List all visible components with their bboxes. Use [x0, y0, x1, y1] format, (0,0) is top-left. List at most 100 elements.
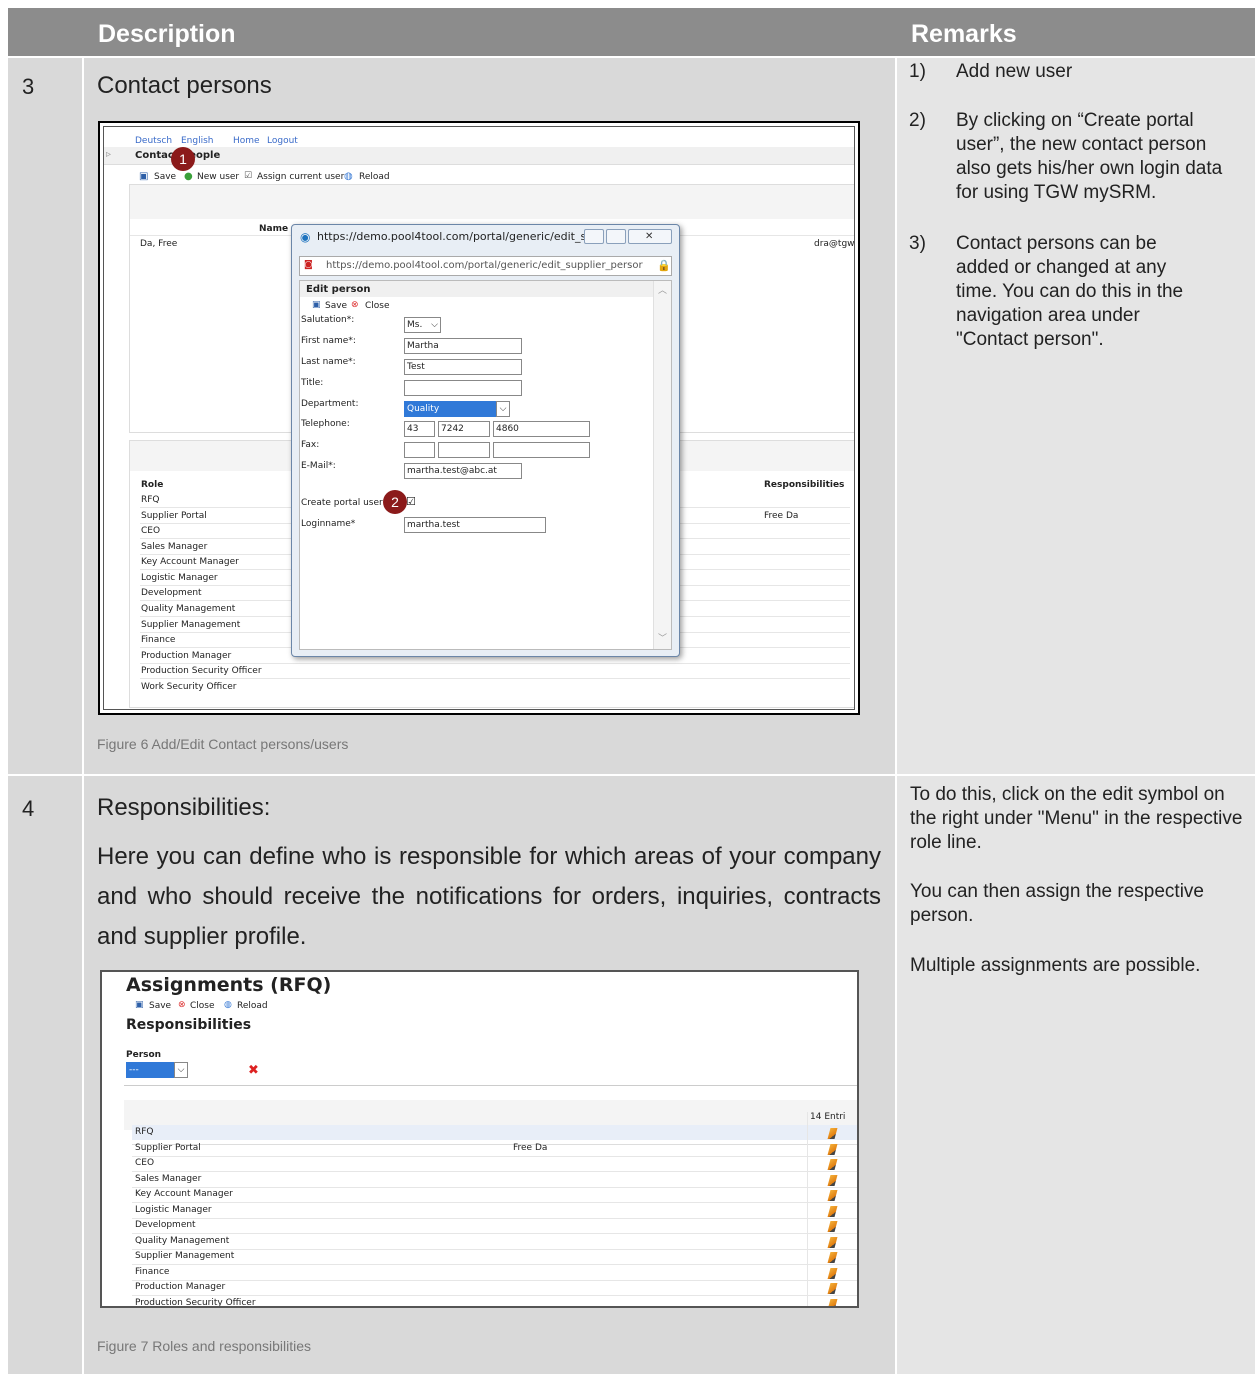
chevron-up-icon[interactable]: ︿ — [658, 283, 667, 296]
telephone-number-field[interactable]: 4860 — [493, 421, 590, 437]
remark-text: You can then assign the respective perso… — [910, 881, 1204, 926]
table-row[interactable]: Sales Manager — [135, 1174, 201, 1184]
edit-icon[interactable] — [827, 1190, 838, 1201]
save-icon: ▣ — [135, 1000, 144, 1010]
divider — [132, 1202, 857, 1203]
row4-remarks-cell — [897, 776, 1255, 1374]
edit-icon[interactable] — [827, 1268, 838, 1279]
marker-1: 1 — [171, 147, 195, 171]
section-title: Contact persons — [97, 72, 272, 99]
fax-label: Fax: — [301, 440, 320, 450]
role-row[interactable]: RFQ — [141, 495, 160, 505]
lang-english-link[interactable]: English — [181, 136, 214, 146]
assign-current-user-button[interactable]: Assign current user — [257, 172, 344, 182]
expand-arrow-icon[interactable]: ▹ — [106, 149, 111, 160]
first-name-label: First name*: — [301, 336, 356, 346]
save-button[interactable]: Save — [149, 1001, 171, 1011]
form-heading: Edit person — [306, 284, 371, 295]
reload-button[interactable]: Reload — [359, 172, 390, 182]
checkbox-icon: ☑ — [244, 171, 253, 181]
contact-name[interactable]: Da, Free — [140, 239, 177, 249]
row3-number-cell — [8, 58, 82, 774]
role-row[interactable]: Sales Manager — [141, 542, 207, 552]
table-row[interactable]: Production Manager — [135, 1282, 225, 1292]
maximize-button[interactable] — [606, 229, 626, 244]
loginname-field[interactable]: martha.test — [404, 517, 546, 533]
role-row[interactable]: Logistic Manager — [141, 573, 218, 583]
department-select[interactable]: Quality — [404, 401, 510, 417]
edit-icon[interactable] — [827, 1159, 838, 1170]
new-user-button[interactable]: New user — [197, 172, 239, 182]
table-row[interactable]: Supplier Portal — [135, 1143, 201, 1153]
figure-caption: Figure 6 Add/Edit Contact persons/users — [97, 736, 349, 752]
close-window-button[interactable]: ✕ — [628, 229, 672, 244]
divider — [132, 1156, 857, 1157]
role-row[interactable]: Development — [141, 588, 202, 598]
save-button[interactable]: Save — [154, 172, 176, 182]
divider — [140, 678, 850, 679]
role-row[interactable]: Quality Management — [141, 604, 235, 614]
role-row[interactable]: Production Security Officer — [141, 666, 262, 676]
delete-icon[interactable]: ✖ — [248, 1063, 259, 1078]
role-row[interactable]: CEO — [141, 526, 160, 536]
table-row[interactable]: CEO — [135, 1158, 154, 1168]
edit-icon[interactable] — [827, 1299, 838, 1306]
chevron-down-icon[interactable]: ⌵ — [174, 1062, 188, 1078]
fax-number-field[interactable] — [493, 442, 590, 458]
close-button[interactable]: Close — [190, 1001, 215, 1011]
edit-icon[interactable] — [827, 1206, 838, 1217]
edit-icon[interactable] — [827, 1237, 838, 1248]
role-row[interactable]: Supplier Portal — [141, 511, 207, 521]
role-row[interactable]: Finance — [141, 635, 175, 645]
scrollbar[interactable]: ︿ ﹀ — [653, 281, 671, 649]
title-field[interactable] — [404, 380, 522, 396]
reload-button[interactable]: Reload — [237, 1001, 268, 1011]
table-row[interactable]: Quality Management — [135, 1236, 229, 1246]
home-link[interactable]: Home — [233, 136, 260, 146]
telephone-country-field[interactable]: 43 — [404, 421, 435, 437]
chevron-down-icon[interactable]: ⌵ — [496, 401, 510, 417]
site-icon: ◙ — [304, 260, 313, 270]
title-label: Title: — [301, 378, 324, 388]
popup-save-button[interactable]: Save — [325, 301, 347, 311]
popup-close-button[interactable]: Close — [365, 301, 390, 311]
fax-area-field[interactable] — [438, 442, 490, 458]
role-header: Role — [141, 480, 164, 490]
email-field[interactable]: martha.test@abc.at — [404, 463, 522, 479]
logout-link[interactable]: Logout — [267, 136, 298, 146]
table-row[interactable]: RFQ — [135, 1127, 154, 1137]
divider — [132, 1187, 857, 1188]
table-row[interactable]: Production Security Officer — [135, 1298, 256, 1306]
chevron-down-icon[interactable]: ﹀ — [658, 631, 667, 644]
role-row[interactable]: Work Security Officer — [141, 682, 236, 692]
create-portal-user-checkbox[interactable]: ☑ — [406, 495, 416, 508]
edit-icon[interactable] — [827, 1144, 838, 1155]
table-row[interactable]: Development — [135, 1220, 196, 1230]
person-label: Person — [126, 1050, 162, 1060]
fax-country-field[interactable] — [404, 442, 435, 458]
edit-icon[interactable] — [827, 1175, 838, 1186]
lang-deutsch-link[interactable]: Deutsch — [135, 136, 172, 146]
role-row[interactable]: Key Account Manager — [141, 557, 239, 567]
telephone-area-field[interactable]: 7242 — [438, 421, 490, 437]
address-url: https://demo.pool4tool.com/portal/generi… — [326, 260, 643, 271]
table-row[interactable]: Key Account Manager — [135, 1189, 233, 1199]
save-icon: ▣ — [312, 300, 321, 310]
divider — [132, 1233, 857, 1234]
last-name-field[interactable]: Test — [404, 359, 522, 375]
first-name-field[interactable]: Martha — [404, 338, 522, 354]
role-row[interactable]: Production Manager — [141, 651, 231, 661]
marker-2: 2 — [383, 490, 407, 514]
edit-icon[interactable] — [827, 1252, 838, 1263]
section-paragraph: Here you can define who is responsible f… — [97, 843, 881, 950]
table-row[interactable]: Supplier Management — [135, 1251, 234, 1261]
edit-icon[interactable] — [827, 1283, 838, 1294]
table-row[interactable]: Finance — [135, 1267, 169, 1277]
minimize-button[interactable] — [584, 229, 604, 244]
salutation-select[interactable]: Ms. ⌵ — [404, 317, 441, 333]
role-row[interactable]: Supplier Management — [141, 620, 240, 630]
table-row[interactable]: Logistic Manager — [135, 1205, 212, 1215]
edit-icon[interactable] — [827, 1221, 838, 1232]
role-responsible: Free Da — [764, 511, 799, 521]
address-bar[interactable]: ◙ https://demo.pool4tool.com/portal/gene… — [299, 256, 672, 276]
